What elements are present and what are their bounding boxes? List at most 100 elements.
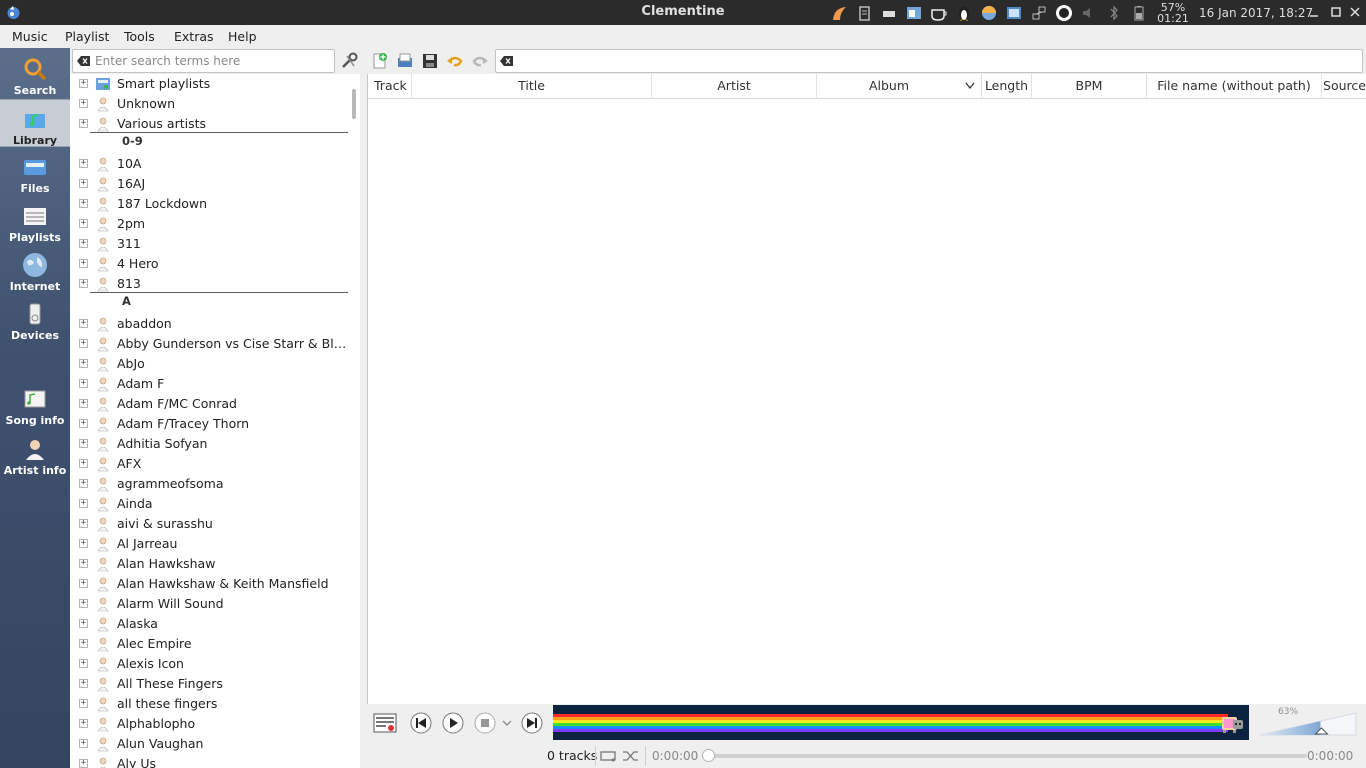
media-player-tray-icon[interactable] <box>1055 4 1073 22</box>
expand-plus-icon[interactable]: + <box>79 439 88 448</box>
library-tree-item[interactable]: + Adam F/Tracey Thorn <box>70 414 348 434</box>
undo-icon[interactable] <box>446 52 464 70</box>
maximize-button[interactable] <box>1327 3 1345 21</box>
expand-plus-icon[interactable]: + <box>79 459 88 468</box>
minimize-button[interactable] <box>1305 3 1323 21</box>
library-tree[interactable]: + Smart playlists + Unknown + Various artists… <box>70 74 348 768</box>
library-tree-item[interactable]: + AFX <box>70 454 348 474</box>
column-artist[interactable]: Artist <box>652 74 817 99</box>
bluetooth-icon[interactable] <box>1105 4 1123 22</box>
tab-artist-info[interactable]: Artist info <box>0 430 70 478</box>
playlist-filter-box[interactable] <box>495 49 1363 73</box>
stop-options-chevron-down-icon[interactable] <box>502 718 512 728</box>
column-album[interactable]: Album <box>817 74 982 99</box>
library-tree-item[interactable]: + aivi & surasshu <box>70 514 348 534</box>
library-tree-item[interactable]: + Alan Hawkshaw <box>70 554 348 574</box>
expand-plus-icon[interactable]: + <box>79 99 88 108</box>
menu-extras[interactable]: Extras <box>174 29 214 44</box>
tab-playlists[interactable]: Playlists <box>0 197 70 245</box>
volume-control[interactable]: 63% <box>1256 705 1360 740</box>
linux-tux-icon[interactable] <box>955 4 973 22</box>
tab-song-info[interactable]: Song info <box>0 380 70 428</box>
expand-plus-icon[interactable]: + <box>79 359 88 368</box>
library-tree-item[interactable]: +2pm <box>70 214 348 234</box>
library-tree-item[interactable]: + AbJo <box>70 354 348 374</box>
library-tree-item[interactable]: + Al Jarreau <box>70 534 348 554</box>
expand-plus-icon[interactable]: + <box>79 659 88 668</box>
library-tree-item[interactable]: + Alexis Icon <box>70 654 348 674</box>
redo-icon[interactable] <box>471 52 489 70</box>
library-scrollbar[interactable] <box>348 74 360 768</box>
weather-icon[interactable] <box>980 4 998 22</box>
expand-plus-icon[interactable]: + <box>79 339 88 348</box>
expand-plus-icon[interactable]: + <box>79 199 88 208</box>
seek-knob[interactable] <box>702 749 715 762</box>
expand-plus-icon[interactable]: + <box>79 79 88 88</box>
expand-plus-icon[interactable]: + <box>79 379 88 388</box>
expand-plus-icon[interactable]: + <box>79 639 88 648</box>
library-tree-item[interactable]: + Abby Gunderson vs Cise Starr & Blu (P..… <box>70 334 348 354</box>
tab-search[interactable]: Search <box>0 50 70 98</box>
tab-internet[interactable]: Internet <box>0 246 70 294</box>
column-track[interactable]: Track <box>368 74 412 99</box>
library-config-tools-icon[interactable] <box>340 52 358 70</box>
library-tree-item[interactable]: +813 <box>70 274 348 294</box>
save-playlist-icon[interactable] <box>421 52 439 70</box>
library-tree-item[interactable]: + all these fingers <box>70 694 348 714</box>
expand-plus-icon[interactable]: + <box>79 319 88 328</box>
seek-slider[interactable] <box>702 749 1307 762</box>
library-tree-item[interactable]: + Unknown <box>70 94 348 114</box>
library-tree-item[interactable]: + Alaska <box>70 614 348 634</box>
expand-plus-icon[interactable]: + <box>79 419 88 428</box>
close-button[interactable] <box>1346 3 1364 21</box>
shuffle-icon[interactable] <box>622 749 640 763</box>
library-tree-item[interactable]: +16AJ <box>70 174 348 194</box>
coffee-cup-icon[interactable] <box>930 4 948 22</box>
expand-plus-icon[interactable]: + <box>79 239 88 248</box>
expand-plus-icon[interactable]: + <box>79 399 88 408</box>
menu-help[interactable]: Help <box>228 29 257 44</box>
library-tree-item[interactable]: + abaddon <box>70 314 348 334</box>
playlist-table[interactable]: Track Title Artist Album Length BPM File… <box>367 74 1366 704</box>
drive-icon[interactable] <box>880 4 898 22</box>
library-tree-item[interactable]: + Aly Us <box>70 754 348 768</box>
expand-plus-icon[interactable]: + <box>79 159 88 168</box>
library-tree-item[interactable]: + Adam F <box>70 374 348 394</box>
new-playlist-icon[interactable] <box>371 52 389 70</box>
expand-plus-icon[interactable]: + <box>79 599 88 608</box>
expand-plus-icon[interactable]: + <box>79 499 88 508</box>
network-icon[interactable] <box>1030 4 1048 22</box>
library-search-input[interactable] <box>95 53 330 69</box>
now-playing-widget-icon[interactable] <box>373 711 397 735</box>
expand-plus-icon[interactable]: + <box>79 679 88 688</box>
stop-icon[interactable] <box>474 712 496 734</box>
library-scrollbar-thumb[interactable] <box>352 89 356 119</box>
library-tree-item[interactable]: + Adhitia Sofyan <box>70 434 348 454</box>
window-manager-icon[interactable] <box>905 4 923 22</box>
expand-plus-icon[interactable]: + <box>79 699 88 708</box>
screen-icon[interactable] <box>1005 4 1023 22</box>
load-playlist-icon[interactable] <box>396 52 414 70</box>
clipboard-icon[interactable] <box>855 4 873 22</box>
expand-plus-icon[interactable]: + <box>79 539 88 548</box>
menu-music[interactable]: Music <box>12 29 48 44</box>
expand-plus-icon[interactable]: + <box>79 719 88 728</box>
library-tree-item[interactable]: + Alarm Will Sound <box>70 594 348 614</box>
volume-muted-icon[interactable] <box>1080 4 1098 22</box>
battery-icon[interactable] <box>1130 4 1148 22</box>
expand-plus-icon[interactable]: + <box>79 279 88 288</box>
clock[interactable]: 16 Jan 2017, 18:27 <box>1199 6 1313 20</box>
library-tree-item[interactable]: + agrammeofsoma <box>70 474 348 494</box>
previous-track-icon[interactable] <box>410 712 432 734</box>
expand-plus-icon[interactable]: + <box>79 479 88 488</box>
library-tree-item[interactable]: + Alun Vaughan <box>70 734 348 754</box>
repeat-icon[interactable] <box>600 749 618 763</box>
library-tree-item[interactable]: + Alec Empire <box>70 634 348 654</box>
play-icon[interactable] <box>442 712 464 734</box>
menu-tools[interactable]: Tools <box>124 29 155 44</box>
expand-plus-icon[interactable]: + <box>79 619 88 628</box>
library-tree-item[interactable]: + Alphablopho <box>70 714 348 734</box>
library-tree-item[interactable]: + Adam F/MC Conrad <box>70 394 348 414</box>
clear-search-icon[interactable] <box>77 55 91 67</box>
expand-plus-icon[interactable]: + <box>79 559 88 568</box>
